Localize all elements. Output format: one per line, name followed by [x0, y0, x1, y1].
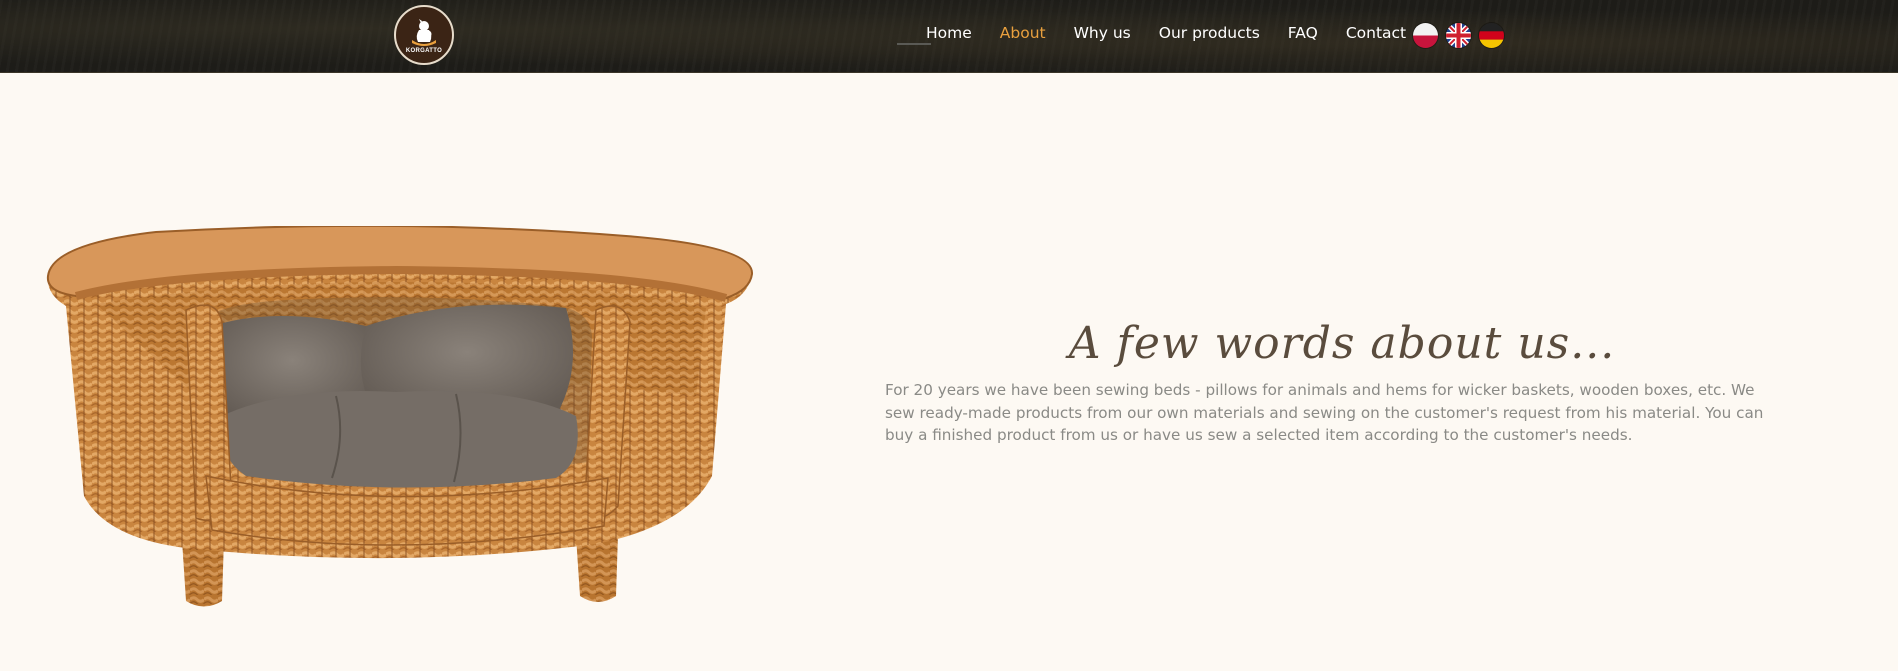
nav-about[interactable]: About: [1000, 24, 1046, 42]
flag-germany-icon[interactable]: [1479, 23, 1504, 48]
nav-our-products[interactable]: Our products: [1159, 24, 1260, 42]
site-header: KORGATTO Home About Why us Our products …: [0, 0, 1898, 73]
nav-contact[interactable]: Contact: [1346, 24, 1406, 42]
logo-text: KORGATTO: [405, 48, 443, 54]
logo[interactable]: KORGATTO: [394, 5, 454, 65]
about-heading: A few words about us...: [1068, 318, 1616, 369]
nav-decoration: [897, 43, 931, 45]
wicker-basket-bed-image: [46, 226, 754, 607]
flag-uk-icon[interactable]: [1446, 23, 1471, 48]
language-switcher: [1413, 23, 1504, 48]
nav-faq[interactable]: FAQ: [1288, 24, 1318, 42]
about-text: For 20 years we have been sewing beds - …: [885, 381, 1764, 444]
dog-cat-logo-icon: [412, 19, 436, 46]
nav-home[interactable]: Home: [926, 24, 972, 42]
nav-why-us[interactable]: Why us: [1074, 24, 1131, 42]
flag-poland-icon[interactable]: [1413, 23, 1438, 48]
main-nav: Home About Why us Our products FAQ Conta…: [926, 24, 1406, 42]
